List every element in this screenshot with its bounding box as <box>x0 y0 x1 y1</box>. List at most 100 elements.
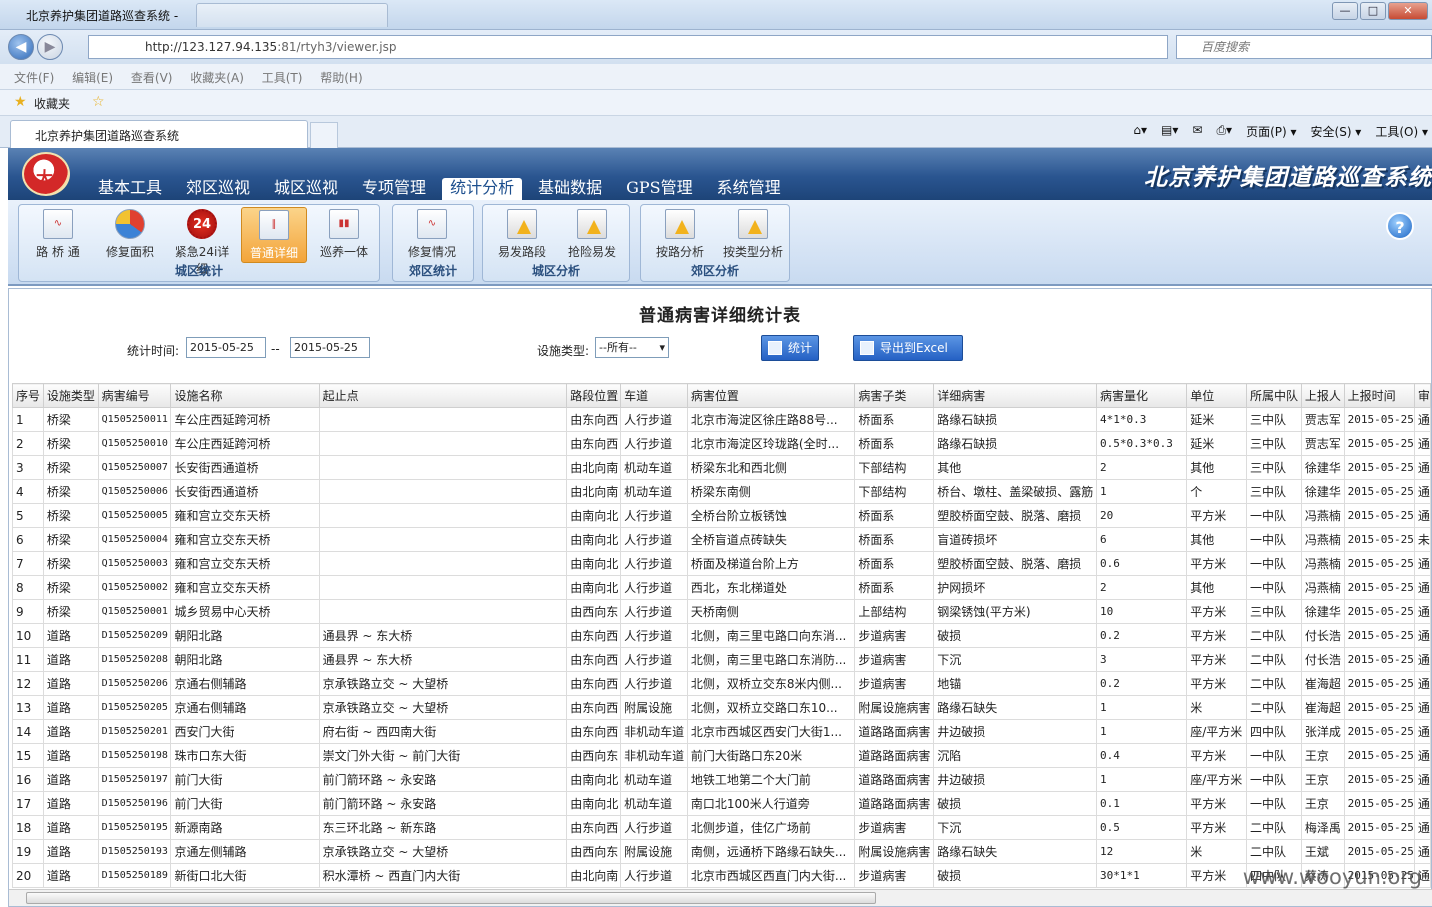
table-row[interactable]: 1 桥梁 Q1505250011 车公庄西延跨河桥 由东向西 人行步道 北京市海淀区徐庄路8… <box>12 407 1432 432</box>
table-cell: 2015-05-25 <box>1343 503 1415 528</box>
page-menu[interactable]: 页面(P) ▾ <box>1246 123 1296 140</box>
btn-patrol-maintenance[interactable]: ▮▮ 巡养一体 <box>311 207 377 263</box>
table-row[interactable]: 8 桥梁 Q1505250002 雍和宫立交东天桥 由南向北 人行步道 西北，东北梯道处 桥面… <box>12 575 1432 600</box>
column-header: 病害位置 <box>686 383 856 408</box>
url-host: http://123.127.94.135 <box>145 40 278 54</box>
table-cell <box>318 431 568 456</box>
report-title: 普通病害详细统计表 <box>639 306 801 326</box>
type-label: 设施类型: <box>537 344 590 358</box>
table-row[interactable]: 14 道路 D1505250201 西安门大街 府右街 ~ 西四南大街 由东向西 非机动车道… <box>12 719 1432 744</box>
btn-repair-status[interactable]: ∿ 修复情况 <box>399 207 465 263</box>
btn-road-bridge[interactable]: ∿ 路 桥 通 <box>25 207 91 263</box>
group-label: 郊区统计 <box>408 264 457 278</box>
table-cell: Q1505250006 <box>97 479 172 504</box>
table-cell: 附属设施病害 <box>854 695 935 720</box>
btn-normal-detail[interactable]: ∥ 普通详细 <box>241 207 307 263</box>
export-excel-button[interactable]: 导出到Excel <box>853 335 963 361</box>
menu-favorites[interactable]: 收藏夹(A) <box>190 69 244 86</box>
table-cell: 2 <box>12 431 44 456</box>
table-cell: 由北向南 <box>566 455 622 480</box>
menu-edit[interactable]: 编辑(E) <box>72 69 113 86</box>
table-row[interactable]: 3 桥梁 Q1505250007 长安街西通道桥 由北向南 机动车道 桥梁东北和西北侧 下部结… <box>12 455 1432 480</box>
menu-tools[interactable]: 工具(T) <box>262 69 303 86</box>
main-nav: 基本工具 郊区巡视 城区巡视 专项管理 统计分析 基础数据 GPS管理 系统管理 <box>90 178 797 200</box>
table-row[interactable]: 9 桥梁 Q1505250001 城乡贸易中心天桥 由西向东 人行步道 天桥南侧 上部结构 钢梁… <box>12 599 1432 624</box>
table-cell: 路缘石缺失 <box>933 695 1098 720</box>
nav-urban-patrol[interactable]: 城区巡视 <box>266 178 346 200</box>
table-row[interactable]: 6 桥梁 Q1505250004 雍和宫立交东天桥 由南向北 人行步道 全桥盲道点砖缺失 桥面… <box>12 527 1432 552</box>
table-cell: 下沉 <box>933 647 1098 672</box>
table-row[interactable]: 10 道路 D1505250209 朝阳北路 通县界 ~ 东大桥 由东向西 人行步道 北侧，南… <box>12 623 1432 648</box>
type-select[interactable]: --所有-- ▾ <box>595 337 669 358</box>
table-cell: D1505250198 <box>97 743 172 768</box>
table-cell: 南口北100米人行道旁 <box>686 791 856 816</box>
favorites-star-icon[interactable]: ★ <box>14 94 27 110</box>
nav-basic-data[interactable]: 基础数据 <box>530 178 610 200</box>
table-row[interactable]: 13 道路 D1505250205 京通右侧辅路 京承铁路立交 ~ 大望桥 由东向西 附属设… <box>12 695 1432 720</box>
nav-system[interactable]: 系统管理 <box>709 178 789 200</box>
table-row[interactable]: 2 桥梁 Q1505250010 车公庄西延跨河桥 由东向西 人行步道 北京市海淀区玲珑路(… <box>12 431 1432 456</box>
home-icon[interactable]: ⌂▾ <box>1133 123 1147 140</box>
table-row[interactable]: 5 桥梁 Q1505250005 雍和宫立交东天桥 由南向北 人行步道 全桥台阶立板锈蚀 桥面… <box>12 503 1432 528</box>
nav-gps[interactable]: GPS管理 <box>618 178 701 200</box>
add-favorite-icon[interactable]: ☆ <box>92 94 105 110</box>
btn-by-type[interactable]: 按类型分析 <box>717 207 789 263</box>
new-tab-button[interactable] <box>310 122 338 148</box>
help-icon[interactable]: ? <box>1386 212 1414 240</box>
excel-icon <box>860 341 874 355</box>
table-cell: 井边破损 <box>933 767 1098 792</box>
ribbon-toolbar: ∿ 路 桥 通 修复面积 24 紧急24i详细 ∥ 普通详细 ▮▮ 巡养一体 城区统计 … <box>8 200 1432 286</box>
nav-statistics[interactable]: 统计分析 <box>442 178 523 200</box>
table-row[interactable]: 7 桥梁 Q1505250003 雍和宫立交东天桥 由南向北 人行步道 桥面及梯道台阶上方桥… <box>12 551 1432 576</box>
date-from-input[interactable]: 2015-05-25 <box>186 337 266 358</box>
nav-suburban-patrol[interactable]: 郊区巡视 <box>178 178 258 200</box>
table-row[interactable]: 19 道路 D1505250193 京通左侧辅路 京承铁路立交 ~ 大望桥 由西向东 附属设… <box>12 839 1432 864</box>
menu-file[interactable]: 文件(F) <box>14 69 54 86</box>
table-row[interactable]: 11 道路 D1505250208 朝阳北路 通县界 ~ 东大桥 由东向西 人行步道 北侧，南… <box>12 647 1432 672</box>
table-row[interactable]: 18 道路 D1505250195 新源南路 东三环北路 ~ 新东路 由东向西 人行步道 北侧… <box>12 815 1432 840</box>
mail-icon[interactable]: ✉ <box>1192 123 1202 140</box>
date-to-input[interactable]: 2015-05-25 <box>290 337 370 358</box>
scrollbar-thumb[interactable] <box>26 892 876 904</box>
table-row[interactable]: 12 道路 D1505250206 京通右侧辅路 京承铁路立交 ~ 大望桥 由东向西 人行步… <box>12 671 1432 696</box>
feeds-icon[interactable]: ▤▾ <box>1161 123 1178 140</box>
btn-prone-section[interactable]: 易发路段 <box>489 207 555 263</box>
table-cell: 王京 <box>1300 767 1345 792</box>
menu-view[interactable]: 查看(V) <box>131 69 173 86</box>
table-row[interactable]: 4 桥梁 Q1505250006 长安街西通道桥 由北向南 机动车道 桥梁东南侧 下部结构 桥台… <box>12 479 1432 504</box>
maximize-icon[interactable]: □ <box>1360 2 1386 20</box>
search-input[interactable]: 百度搜索 <box>1176 35 1432 59</box>
table-cell: 贾志军 <box>1300 431 1345 456</box>
table-row[interactable]: 15 道路 D1505250198 珠市口东大街 崇文门外大街 ~ 前门大街 由西向东 非机… <box>12 743 1432 768</box>
close-icon[interactable]: ✕ <box>1388 2 1428 20</box>
nav-basic-tools[interactable]: 基本工具 <box>90 178 170 200</box>
nav-special-management[interactable]: 专项管理 <box>354 178 434 200</box>
table-row[interactable]: 20 道路 D1505250189 新街口北大街 积水潭桥 ~ 西直门内大街 由北向南 人行… <box>12 863 1432 888</box>
safety-menu[interactable]: 安全(S) ▾ <box>1311 123 1362 140</box>
stat-button[interactable]: 统计 <box>761 335 819 361</box>
horizontal-scrollbar[interactable] <box>9 889 1432 906</box>
url-field[interactable]: http://123.127.94.135:81/rtyh3/viewer.js… <box>88 35 1168 59</box>
background-tab[interactable] <box>196 3 388 27</box>
table-cell: 一中队 <box>1246 551 1302 576</box>
table-row[interactable]: 16 道路 D1505250197 前门大街 前门箭环路 ~ 永安路 由南向北 机动车道 地铁… <box>12 767 1432 792</box>
tools-menu[interactable]: 工具(O) ▾ <box>1375 123 1428 140</box>
print-icon[interactable]: ⎙▾ <box>1216 123 1232 140</box>
table-cell: 一中队 <box>1246 503 1302 528</box>
table-row[interactable]: 17 道路 D1505250196 前门大街 前门箭环路 ~ 永安路 由南向北 机动车道 南口… <box>12 791 1432 816</box>
favorites-label[interactable]: 收藏夹 <box>34 95 70 112</box>
column-header: 上报时间 <box>1343 383 1415 408</box>
btn-repair-area[interactable]: 修复面积 <box>97 207 163 263</box>
active-tab[interactable]: 北京养护集团道路巡查系统 <box>10 120 308 148</box>
table-cell: 平方米 <box>1186 815 1247 840</box>
menu-help[interactable]: 帮助(H) <box>320 69 362 86</box>
minimize-icon[interactable]: — <box>1332 2 1358 20</box>
btn-emergency-prone[interactable]: 抢险易发 <box>559 207 625 263</box>
btn-by-road[interactable]: 按路分析 <box>647 207 713 263</box>
export-button-label: 导出到Excel <box>880 341 948 355</box>
back-icon[interactable]: ◀ <box>8 34 34 60</box>
forward-icon[interactable]: ▶ <box>37 34 63 60</box>
table-cell: 延米 <box>1186 431 1247 456</box>
table-cell: 路缘石缺失 <box>933 839 1098 864</box>
btn-urgent-24[interactable]: 24 紧急24i详细 <box>169 207 235 276</box>
